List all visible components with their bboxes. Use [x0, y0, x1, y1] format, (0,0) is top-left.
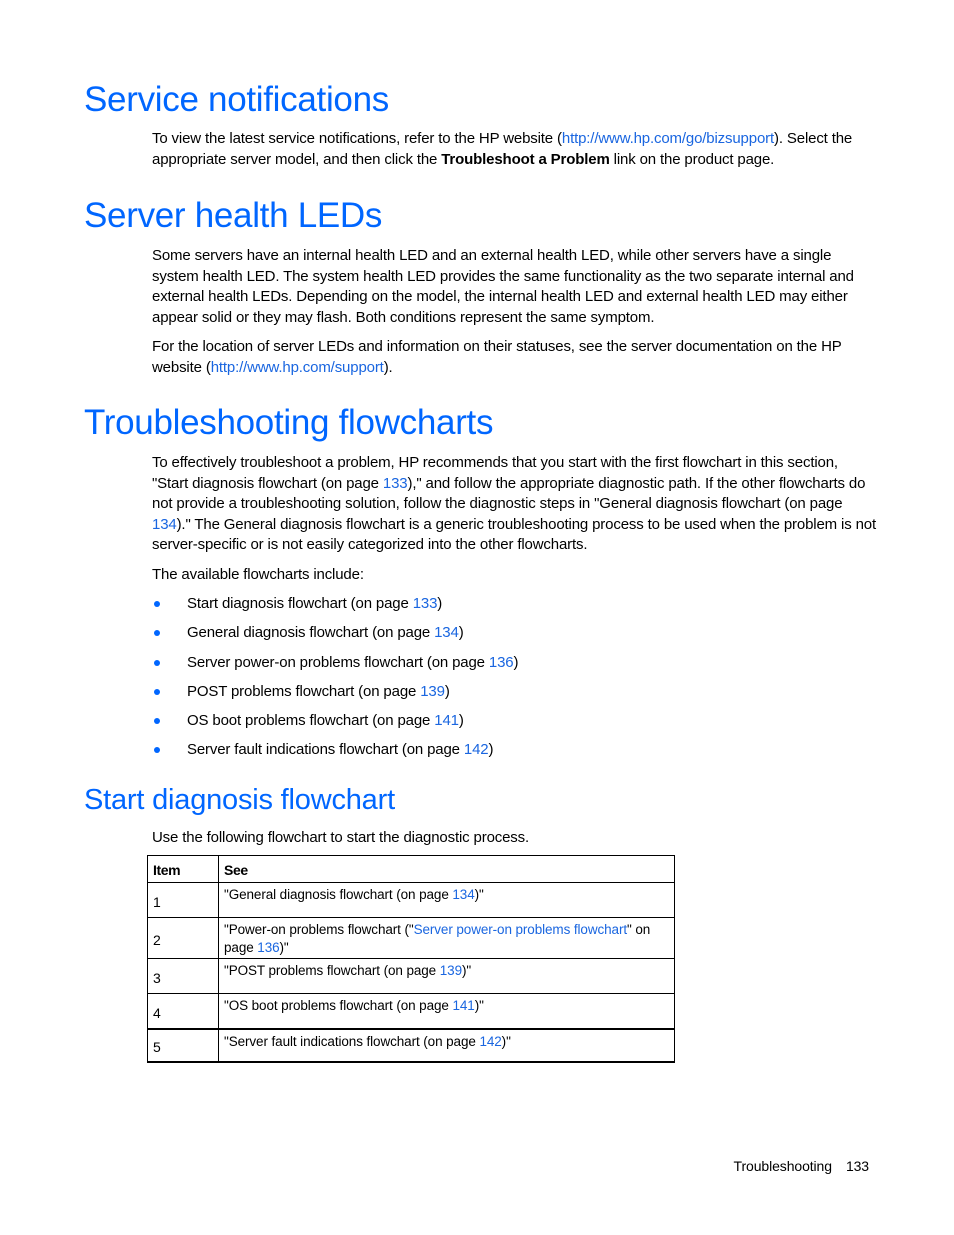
text: )	[444, 682, 450, 700]
column-header-item: Item	[147, 855, 219, 883]
page-link[interactable]: 139	[440, 963, 462, 978]
page-link[interactable]: 134	[452, 887, 474, 902]
available-flowcharts-label: The available flowcharts include:	[152, 566, 364, 583]
list-item: Start diagnosis flowchart (on page 133)	[152, 594, 518, 623]
text: )"	[474, 998, 484, 1013]
text: "POST problems flowchart (on page	[224, 963, 440, 978]
flowchart-reference-table: Item See 1 "General diagnosis flowchart …	[147, 855, 675, 1063]
bullet-icon	[154, 688, 160, 695]
bullet-icon	[154, 659, 160, 666]
page-link[interactable]: 134	[434, 624, 459, 641]
text: "OS boot problems flowchart (on page	[224, 998, 453, 1013]
text: Start diagnosis flowchart (on page	[187, 595, 413, 612]
item-number: 4	[147, 993, 219, 1030]
text: )	[458, 712, 464, 730]
item-number: 1	[147, 882, 219, 918]
table-row: 2 "Power-on problems flowchart ("Server …	[147, 917, 675, 959]
text: )." The General diagnosis flowchart is a…	[152, 515, 876, 554]
text: )"	[501, 1034, 511, 1049]
text: POST problems flowchart (on page	[187, 682, 421, 700]
server-health-leds-paragraph-2: For the location of server LEDs and info…	[152, 337, 876, 378]
heading-troubleshooting-flowcharts: Troubleshooting flowcharts	[84, 403, 494, 442]
item-number: 2	[147, 917, 219, 959]
see-cell: "OS boot problems flowchart (on page 141…	[218, 993, 675, 1030]
see-cell: "POST problems flowchart (on page 139)"	[218, 958, 675, 994]
page-number: 133	[845, 1158, 869, 1174]
see-cell: "Server fault indications flowchart (on …	[218, 1028, 675, 1063]
text: To view the latest service notifications…	[152, 130, 562, 147]
list-item: OS boot problems flowchart (on page 141)	[152, 711, 518, 740]
bullet-icon	[154, 601, 160, 607]
text: Server fault indications flowchart (on p…	[187, 741, 464, 759]
footer-section-name: Troubleshooting	[733, 1158, 832, 1174]
troubleshooting-flowcharts-paragraph: To effectively troubleshoot a problem, H…	[152, 453, 876, 556]
see-cell: "General diagnosis flowchart (on page 13…	[218, 882, 675, 918]
text: )"	[474, 887, 484, 902]
list-item: Server fault indications flowchart (on p…	[152, 740, 518, 769]
see-cell: "Power-on problems flowchart ("Server po…	[218, 917, 675, 959]
text: Server power-on problems flowchart (on p…	[187, 653, 489, 671]
bullet-icon	[154, 718, 160, 725]
table-row: 3 "POST problems flowchart (on page 139)…	[147, 958, 675, 994]
page-link[interactable]: 142	[464, 741, 489, 758]
page-link[interactable]: 136	[257, 940, 279, 955]
troubleshoot-a-problem-label: Troubleshoot a Problem	[441, 150, 610, 168]
page-link-133[interactable]: 133	[383, 475, 408, 492]
heading-service-notifications: Service notifications	[84, 80, 389, 119]
bizsupport-link[interactable]: http://www.hp.com/go/bizsupport	[562, 130, 774, 147]
page-link-134[interactable]: 134	[152, 516, 177, 533]
server-power-on-problems-link[interactable]: Server power-on problems flowchart	[414, 922, 628, 937]
page-link[interactable]: 133	[413, 595, 438, 612]
text: link on the product page.	[609, 150, 775, 168]
text: )"	[279, 940, 289, 955]
text: General diagnosis flowchart (on page	[187, 624, 435, 642]
item-number: 5	[147, 1028, 219, 1063]
flowchart-list: Start diagnosis flowchart (on page 133) …	[152, 594, 518, 770]
list-item: Server power-on problems flowchart (on p…	[152, 653, 518, 682]
start-diagnosis-paragraph: Use the following flowchart to start the…	[152, 829, 530, 846]
page-link[interactable]: 141	[452, 998, 474, 1013]
text: "Power-on problems flowchart ("	[224, 922, 414, 937]
service-notifications-paragraph: To view the latest service notifications…	[152, 129, 876, 170]
hp-support-link[interactable]: http://www.hp.com/support	[211, 359, 384, 376]
page-footer: Troubleshooting 133	[733, 1158, 870, 1174]
table-row: 4 "OS boot problems flowchart (on page 1…	[147, 993, 675, 1030]
text: OS boot problems flowchart (on page	[187, 712, 435, 730]
server-health-leds-paragraph-1: Some servers have an internal health LED…	[152, 247, 854, 326]
text: )	[458, 624, 464, 642]
table-row: 1 "General diagnosis flowchart (on page …	[147, 882, 675, 918]
heading-server-health-leds: Server health LEDs	[84, 196, 383, 235]
item-number: 3	[147, 958, 219, 994]
page-link[interactable]: 136	[489, 654, 514, 671]
text: )	[513, 653, 519, 671]
table-row: 5 "Server fault indications flowchart (o…	[147, 1028, 675, 1063]
text: "General diagnosis flowchart (on page	[224, 887, 453, 902]
text: )"	[461, 963, 472, 978]
table-header-row: Item See	[147, 855, 675, 883]
page-link[interactable]: 141	[434, 712, 459, 729]
list-item: General diagnosis flowchart (on page 134…	[152, 623, 518, 652]
text: )	[437, 595, 443, 612]
text: ).	[383, 358, 393, 376]
text: )	[488, 741, 494, 759]
heading-start-diagnosis-flowchart: Start diagnosis flowchart	[84, 784, 395, 816]
bullet-icon	[154, 630, 160, 637]
list-item: POST problems flowchart (on page 139)	[152, 682, 518, 711]
bullet-icon	[154, 747, 160, 754]
text: "Server fault indications flowchart (on …	[224, 1034, 480, 1049]
page-link[interactable]: 139	[420, 683, 445, 700]
page-link[interactable]: 142	[479, 1034, 501, 1049]
column-header-see: See	[218, 855, 675, 883]
